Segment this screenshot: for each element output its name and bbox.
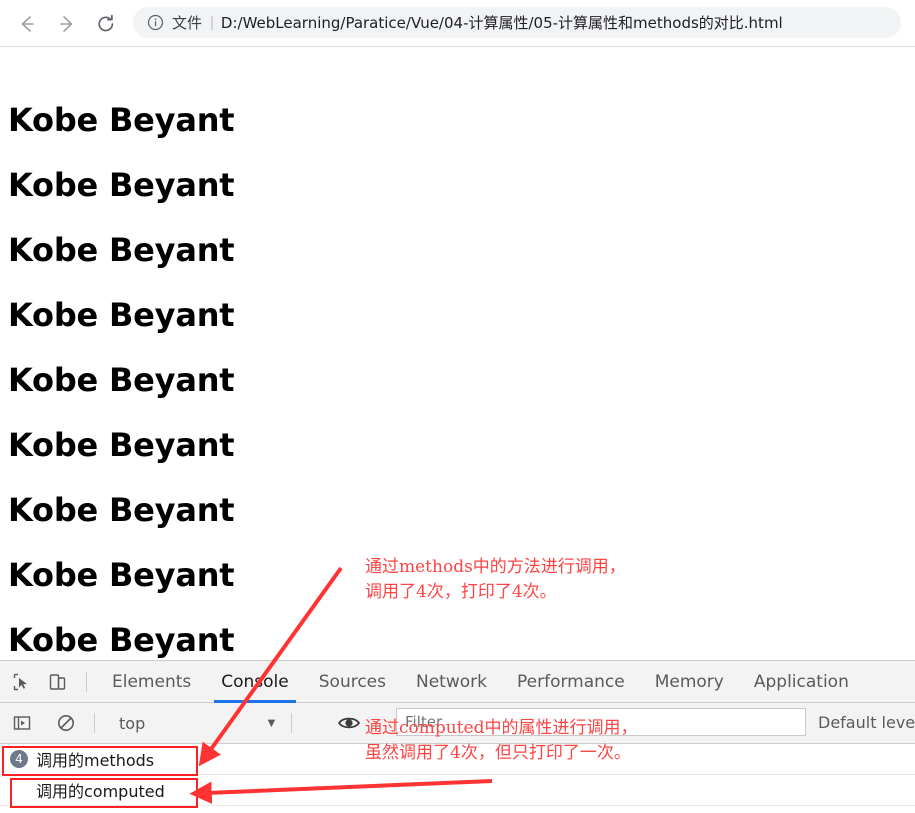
annotation-text-computed: 通过computed中的属性进行调用， 虽然调用了4次，但只打印了一次。 — [365, 716, 637, 766]
annotation-text-methods: 通过methods中的方法进行调用， 调用了4次，打印了4次。 — [365, 555, 626, 605]
heading-kobe-9: Kobe Beyant — [8, 620, 235, 659]
back-button[interactable] — [12, 9, 42, 39]
heading-kobe-3: Kobe Beyant — [8, 230, 235, 269]
heading-kobe-2: Kobe Beyant — [8, 165, 235, 204]
forward-button[interactable] — [52, 9, 82, 39]
device-toolbar-icon[interactable] — [44, 668, 72, 696]
log-message: 调用的computed — [36, 782, 165, 801]
tab-elements[interactable]: Elements — [97, 661, 206, 703]
tab-performance[interactable]: Performance — [502, 661, 640, 703]
console-toolbar-divider-2 — [291, 713, 292, 733]
tab-console[interactable]: Console — [206, 661, 304, 703]
tab-application[interactable]: Application — [739, 661, 864, 703]
reload-button[interactable] — [91, 9, 121, 39]
live-expression-eye-icon[interactable] — [336, 710, 362, 741]
chevron-down-icon[interactable]: ▼ — [265, 715, 278, 730]
log-level-selector[interactable]: Default leve — [818, 713, 915, 732]
url-separator: | — [210, 14, 214, 31]
tab-network[interactable]: Network — [401, 661, 502, 703]
toolbar-divider — [86, 671, 87, 692]
inspect-element-icon[interactable] — [8, 668, 36, 696]
address-bar[interactable]: 文件 | D:/WebLearning/Paratice/Vue/04-计算属性… — [133, 7, 901, 38]
devtools-tabbar: Elements Console Sources Network Perform… — [0, 661, 915, 703]
annotation-methods-line-1: 通过methods中的方法进行调用， — [365, 557, 626, 577]
annotation-computed-line-1: 通过computed中的属性进行调用， — [365, 718, 638, 738]
url-scheme-label: 文件 — [172, 14, 203, 32]
info-circle-icon[interactable] — [147, 14, 164, 31]
arrow-left-icon — [21, 16, 34, 32]
console-sidebar-icon[interactable] — [8, 709, 36, 737]
browser-toolbar: 文件 | D:/WebLearning/Paratice/Vue/04-计算属性… — [0, 0, 915, 47]
heading-kobe-4: Kobe Beyant — [8, 295, 235, 334]
log-message: 调用的methods — [36, 751, 155, 770]
tab-sources[interactable]: Sources — [304, 661, 401, 703]
heading-kobe-7: Kobe Beyant — [8, 490, 235, 529]
execution-context-selector[interactable]: top — [119, 714, 145, 733]
heading-kobe-1: Kobe Beyant — [8, 100, 235, 139]
reload-icon — [98, 14, 114, 32]
log-count-badge: 4 — [10, 750, 28, 768]
annotation-methods-line-2: 调用了4次，打印了4次。 — [365, 582, 557, 602]
clear-console-icon[interactable] — [52, 709, 80, 737]
browser-window: 文件 | D:/WebLearning/Paratice/Vue/04-计算属性… — [0, 0, 915, 813]
heading-kobe-6: Kobe Beyant — [8, 425, 235, 464]
url-text: D:/WebLearning/Paratice/Vue/04-计算属性/05-计… — [220, 14, 783, 32]
heading-kobe-5: Kobe Beyant — [8, 360, 235, 399]
console-row-computed[interactable]: 调用的computed — [0, 775, 915, 806]
arrow-right-icon — [60, 16, 73, 32]
heading-kobe-8: Kobe Beyant — [8, 555, 235, 594]
tab-memory[interactable]: Memory — [640, 661, 739, 703]
console-toolbar-divider — [94, 713, 95, 733]
annotation-computed-line-2: 虽然调用了4次，但只打印了一次。 — [365, 743, 631, 763]
